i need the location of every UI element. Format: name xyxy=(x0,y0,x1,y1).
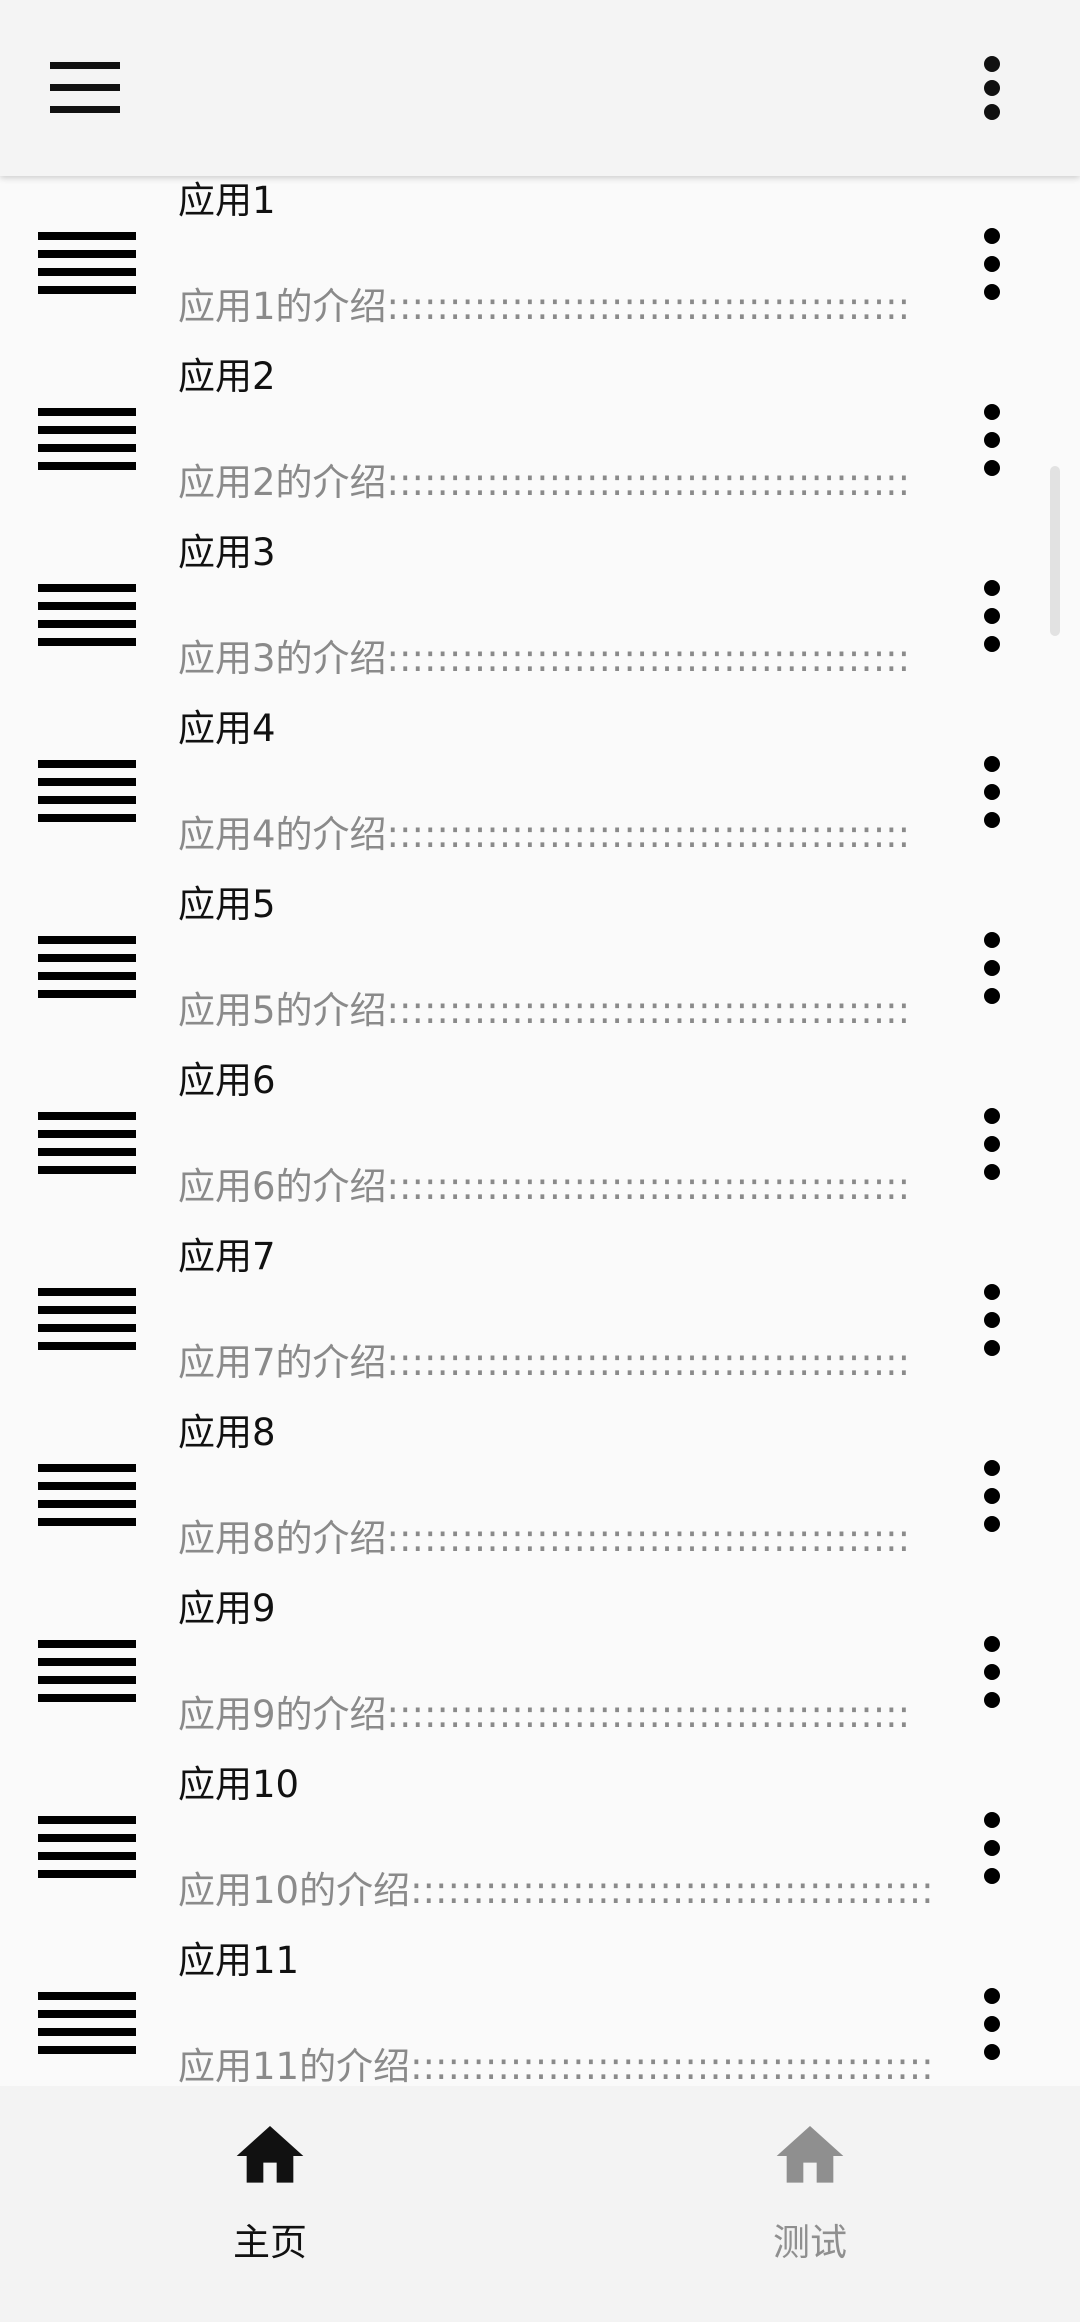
app-screen: 应用1应用1的介绍:::::::::::::::::::::::::::::::… xyxy=(0,0,1080,2322)
nav-item-test[interactable]: 测试 xyxy=(540,2086,1080,2322)
list-item-title: 应用3 xyxy=(178,531,276,574)
list-item-title: 应用7 xyxy=(178,1235,276,1278)
home-icon xyxy=(776,2126,844,2183)
list-item[interactable]: 应用5应用5的介绍:::::::::::::::::::::::::::::::… xyxy=(0,880,1080,1056)
more-vert-icon[interactable] xyxy=(972,226,1012,304)
nav-item-home[interactable]: 主页 xyxy=(0,2086,540,2322)
bottom-navigation: 主页 测试 xyxy=(0,2086,1080,2322)
item-menu-icon xyxy=(36,1812,140,1884)
more-vert-icon[interactable] xyxy=(972,1634,1012,1712)
list-item[interactable]: 应用11应用11的介绍:::::::::::::::::::::::::::::… xyxy=(0,1936,1080,2086)
app-list[interactable]: 应用1应用1的介绍:::::::::::::::::::::::::::::::… xyxy=(0,176,1080,2086)
item-menu-icon xyxy=(36,580,140,652)
list-item-title: 应用8 xyxy=(178,1411,276,1454)
item-menu-icon xyxy=(36,1108,140,1180)
item-menu-icon xyxy=(36,1988,140,2060)
more-vert-icon[interactable] xyxy=(972,1986,1012,2064)
more-vert-icon[interactable] xyxy=(972,754,1012,832)
list-item-title: 应用4 xyxy=(178,707,276,750)
more-vert-icon[interactable] xyxy=(972,402,1012,480)
list-item-title: 应用9 xyxy=(178,1587,276,1630)
list-item-description: 应用4的介绍::::::::::::::::::::::::::::::::::… xyxy=(178,813,911,856)
list-item[interactable]: 应用1应用1的介绍:::::::::::::::::::::::::::::::… xyxy=(0,176,1080,352)
more-vert-icon[interactable] xyxy=(972,1810,1012,1888)
nav-label-test: 测试 xyxy=(773,2221,847,2264)
list-item-title: 应用2 xyxy=(178,355,276,398)
nav-label-home: 主页 xyxy=(233,2221,307,2264)
list-item-description: 应用2的介绍::::::::::::::::::::::::::::::::::… xyxy=(178,461,911,504)
list-item[interactable]: 应用2应用2的介绍:::::::::::::::::::::::::::::::… xyxy=(0,352,1080,528)
list-item[interactable]: 应用4应用4的介绍:::::::::::::::::::::::::::::::… xyxy=(0,704,1080,880)
list-item[interactable]: 应用6应用6的介绍:::::::::::::::::::::::::::::::… xyxy=(0,1056,1080,1232)
list-item[interactable]: 应用7应用7的介绍:::::::::::::::::::::::::::::::… xyxy=(0,1232,1080,1408)
list-item-title: 应用5 xyxy=(178,883,276,926)
scrollbar[interactable] xyxy=(1050,466,1060,636)
list-item-description: 应用10的介绍:::::::::::::::::::::::::::::::::… xyxy=(178,1869,934,1912)
list-item-title: 应用11 xyxy=(178,1939,300,1982)
list-item-title: 应用1 xyxy=(178,179,276,222)
list-item-description: 应用6的介绍::::::::::::::::::::::::::::::::::… xyxy=(178,1165,911,1208)
list-item-title: 应用6 xyxy=(178,1059,276,1102)
list-item-description: 应用9的介绍::::::::::::::::::::::::::::::::::… xyxy=(178,1693,911,1736)
list-item-description: 应用1的介绍::::::::::::::::::::::::::::::::::… xyxy=(178,285,911,328)
list-item[interactable]: 应用8应用8的介绍:::::::::::::::::::::::::::::::… xyxy=(0,1408,1080,1584)
list-item-description: 应用11的介绍:::::::::::::::::::::::::::::::::… xyxy=(178,2045,934,2086)
item-menu-icon xyxy=(36,932,140,1004)
item-menu-icon xyxy=(36,404,140,476)
home-icon xyxy=(236,2126,304,2183)
item-menu-icon xyxy=(36,1284,140,1356)
item-menu-icon xyxy=(36,1460,140,1532)
more-vert-icon[interactable] xyxy=(972,1458,1012,1536)
more-vert-icon[interactable] xyxy=(972,930,1012,1008)
list-item[interactable]: 应用3应用3的介绍:::::::::::::::::::::::::::::::… xyxy=(0,528,1080,704)
list-item[interactable]: 应用10应用10的介绍:::::::::::::::::::::::::::::… xyxy=(0,1760,1080,1936)
list-item-description: 应用3的介绍::::::::::::::::::::::::::::::::::… xyxy=(178,637,911,680)
more-vert-icon[interactable] xyxy=(972,54,1012,124)
more-vert-icon[interactable] xyxy=(972,1282,1012,1360)
item-menu-icon xyxy=(36,1636,140,1708)
list-item-description: 应用5的介绍::::::::::::::::::::::::::::::::::… xyxy=(178,989,911,1032)
list-item[interactable]: 应用9应用9的介绍:::::::::::::::::::::::::::::::… xyxy=(0,1584,1080,1760)
item-menu-icon xyxy=(36,756,140,828)
list-item-description: 应用7的介绍::::::::::::::::::::::::::::::::::… xyxy=(178,1341,911,1384)
list-item-description: 应用8的介绍::::::::::::::::::::::::::::::::::… xyxy=(178,1517,911,1560)
hamburger-menu-icon[interactable] xyxy=(50,58,120,118)
top-app-bar xyxy=(0,0,1080,176)
list-item-title: 应用10 xyxy=(178,1763,300,1806)
more-vert-icon[interactable] xyxy=(972,1106,1012,1184)
item-menu-icon xyxy=(36,228,140,300)
more-vert-icon[interactable] xyxy=(972,578,1012,656)
